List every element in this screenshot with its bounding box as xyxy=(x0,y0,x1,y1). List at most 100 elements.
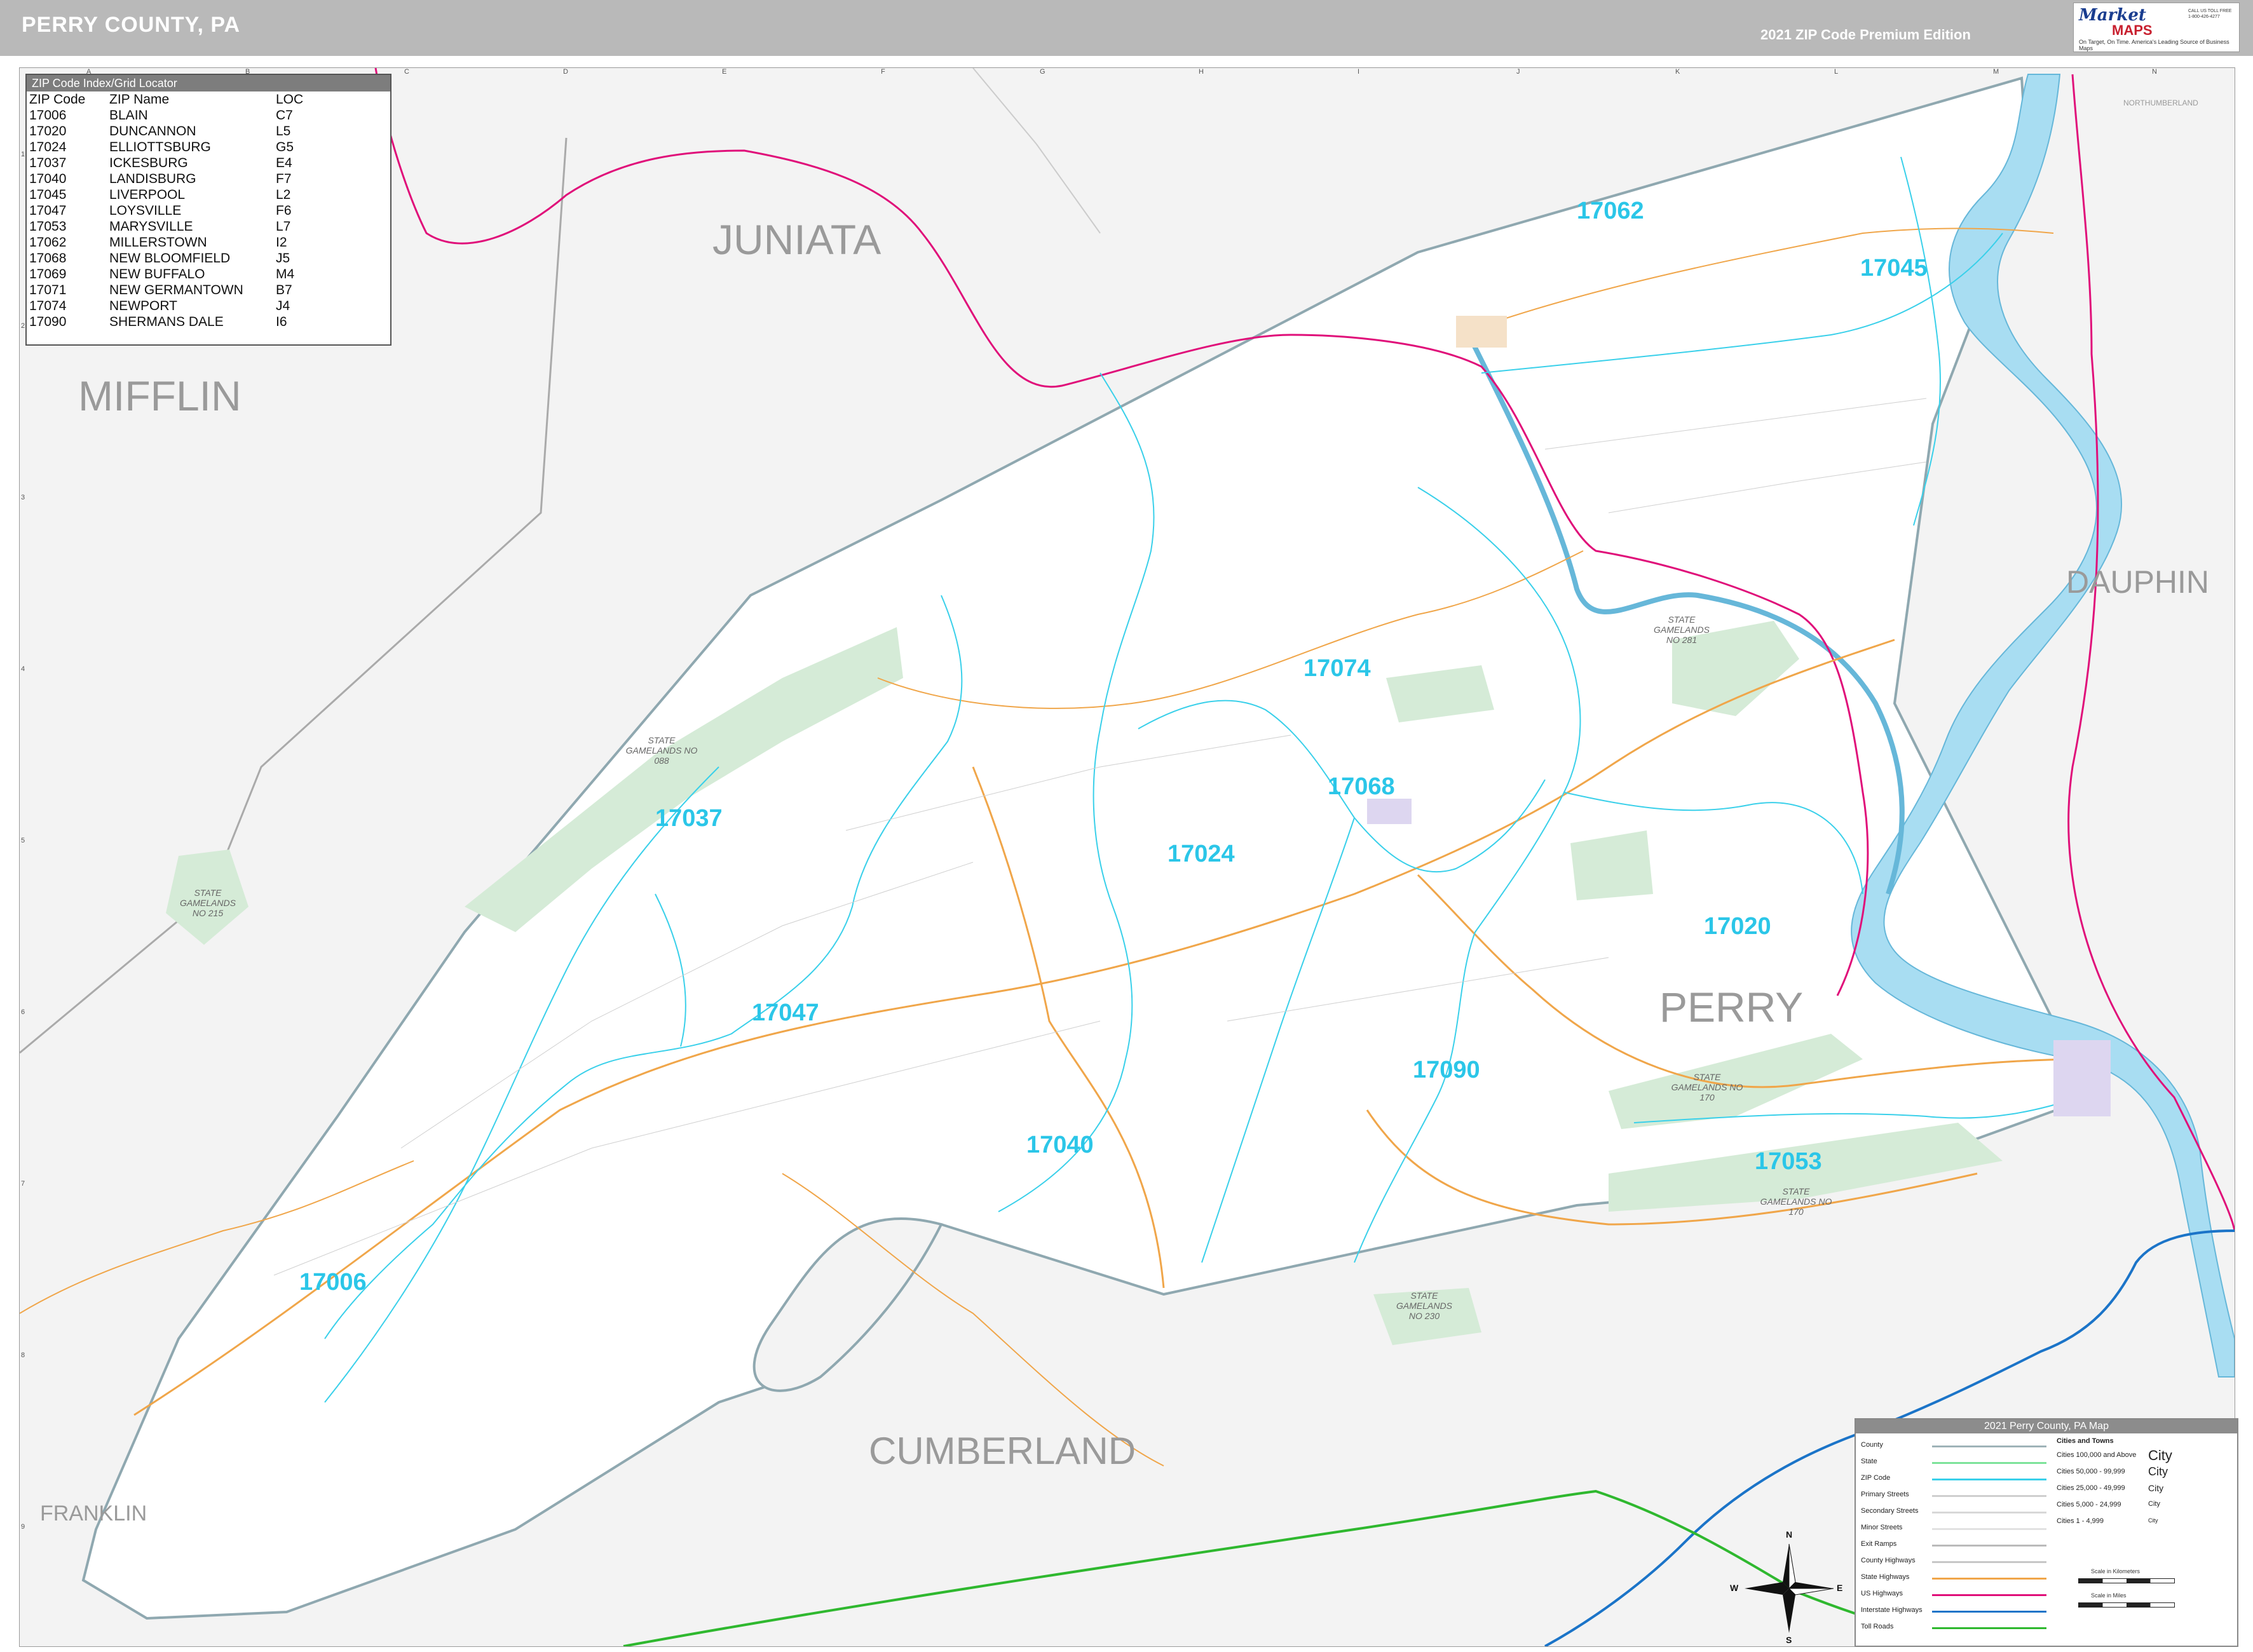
zip-cell: 17037 xyxy=(29,156,67,170)
grid-row-5: 5 xyxy=(21,837,25,844)
county-label-perry: PERRY xyxy=(1659,984,1804,1031)
grid-col-h: H xyxy=(1199,68,1204,76)
table-row: 17068 NEW BLOOMFIELD J5 xyxy=(29,250,307,266)
logo-tagline: On Target, On Time. America's Leading So… xyxy=(2079,39,2229,51)
legend-line-swatch xyxy=(1932,1462,2046,1464)
grid-row-4: 4 xyxy=(21,665,25,673)
col-header-name: ZIP Name xyxy=(109,92,170,107)
gamelands-label: STATE GAMELANDS NO 215 xyxy=(180,888,236,918)
zip-cell: 17020 xyxy=(29,124,67,139)
loc-cell: L7 xyxy=(276,219,291,234)
grid-col-k: K xyxy=(1675,68,1680,76)
county-label-dauphin: DAUPHIN xyxy=(2066,564,2210,600)
compass-rose: N S E W xyxy=(1730,1529,1842,1645)
map-title: PERRY COUNTY, PA xyxy=(22,13,241,37)
town-patch xyxy=(2053,1040,2111,1116)
legend-item-label: Primary Streets xyxy=(1861,1491,1909,1498)
grid-col-f: F xyxy=(881,68,885,76)
legend-line-swatch xyxy=(1932,1627,2046,1629)
legend-item-label: County Highways xyxy=(1861,1557,1916,1564)
legend-item-label: County xyxy=(1861,1441,1883,1449)
name-cell: NEW BUFFALO xyxy=(109,267,205,281)
legend-line-swatch xyxy=(1932,1446,2046,1447)
table-row: 17037 ICKESBURG E4 xyxy=(29,155,307,171)
name-cell: NEW GERMANTOWN xyxy=(109,283,243,297)
legend-city-sample: City xyxy=(2148,1500,2160,1508)
zip-cell: 17069 xyxy=(29,267,67,281)
scale-mi-bar xyxy=(2078,1602,2175,1608)
col-header-zip: ZIP Code xyxy=(29,92,86,107)
zip-label-17037: 17037 xyxy=(655,805,723,832)
zip-cell: 17024 xyxy=(29,140,67,154)
legend-line-swatch xyxy=(1932,1611,2046,1613)
legend-city-class: Cities 5,000 - 24,999 xyxy=(2057,1501,2121,1508)
gamelands-label: STATE GAMELANDS NO 281 xyxy=(1654,614,1710,645)
legend-item-label: Minor Streets xyxy=(1861,1524,1903,1531)
loc-cell: M4 xyxy=(276,267,295,281)
legend-city-class: Cities 1 - 4,999 xyxy=(2057,1517,2104,1525)
legend-title: 2021 Perry County, PA Map xyxy=(1856,1419,2237,1433)
loc-cell: F6 xyxy=(276,203,292,218)
zip-cell: 17045 xyxy=(29,187,67,202)
zip-label-17020: 17020 xyxy=(1704,913,1771,940)
table-row: 17047 LOYSVILLE F6 xyxy=(29,203,307,219)
loc-cell: B7 xyxy=(276,283,292,297)
grid-col-m: M xyxy=(1993,68,1999,76)
legend-item-label: State xyxy=(1861,1458,1877,1465)
zip-index-header: ZIP Code Index/Grid Locator xyxy=(27,75,390,91)
juniata-border-top xyxy=(972,68,1101,234)
loc-cell: L2 xyxy=(276,187,291,202)
legend-item-label: State Highways xyxy=(1861,1573,1910,1581)
zip-cell: 17074 xyxy=(29,299,67,313)
loc-cell: L5 xyxy=(276,124,291,139)
zip-label-17047: 17047 xyxy=(752,999,819,1026)
zip-index-table: ZIP Code Index/Grid Locator ZIP Code ZIP… xyxy=(25,74,391,346)
legend-city-class: Cities 25,000 - 49,999 xyxy=(2057,1484,2125,1492)
table-row: 17020 DUNCANNON L5 xyxy=(29,123,307,139)
name-cell: MILLERSTOWN xyxy=(109,235,207,250)
grid-row-6: 6 xyxy=(21,1008,25,1016)
table-row: 17062 MILLERSTOWN I2 xyxy=(29,234,307,250)
name-cell: ICKESBURG xyxy=(109,156,188,170)
loc-cell: G5 xyxy=(276,140,294,154)
grid-col-n: N xyxy=(2152,68,2157,76)
legend-line-swatch xyxy=(1932,1512,2046,1513)
legend-line-swatch xyxy=(1932,1545,2046,1547)
zip-cell: 17053 xyxy=(29,219,67,234)
loc-cell: I2 xyxy=(276,235,287,250)
grid-row-7: 7 xyxy=(21,1180,25,1188)
legend-city-sample: City xyxy=(2148,1447,2172,1463)
legend-item-label: US Highways xyxy=(1861,1590,1903,1597)
gamelands-label: STATE GAMELANDS NO 170 xyxy=(1760,1186,1832,1217)
legend-line-swatch xyxy=(1932,1578,2046,1580)
legend-item-label: Exit Ramps xyxy=(1861,1540,1897,1548)
zip-index-grid: ZIP Code ZIP Name LOC 17006 BLAIN C7 17020… xyxy=(29,91,307,330)
table-row: 17074 NEWPORT J4 xyxy=(29,298,307,314)
legend-city-class: Cities 50,000 - 99,999 xyxy=(2057,1468,2125,1475)
zip-label-17045: 17045 xyxy=(1860,255,1928,281)
zip-cell: 17090 xyxy=(29,315,67,329)
grid-col-j: J xyxy=(1516,68,1520,76)
col-header-loc: LOC xyxy=(276,92,304,107)
legend-item-label: ZIP Code xyxy=(1861,1474,1891,1482)
zip-cell: 17006 xyxy=(29,108,67,123)
scale-mi-label: Scale in Miles xyxy=(2091,1592,2127,1599)
table-row: 17069 NEW BUFFALO M4 xyxy=(29,266,307,282)
zip-cell: 17047 xyxy=(29,203,67,218)
gamelands-label: STATE GAMELANDS NO 230 xyxy=(1396,1290,1452,1321)
table-header-row: ZIP Code ZIP Name LOC xyxy=(29,91,307,107)
table-row: 17053 MARYSVILLE L7 xyxy=(29,219,307,234)
grid-row-1: 1 xyxy=(21,151,25,158)
name-cell: NEW BLOOMFIELD xyxy=(109,251,231,266)
name-cell: BLAIN xyxy=(109,108,148,123)
edition-label: 2021 ZIP Code Premium Edition xyxy=(1760,27,1971,43)
table-row: 17040 LANDISBURG F7 xyxy=(29,171,307,187)
county-label-northumberland: NORTHUMBERLAND xyxy=(2123,98,2198,107)
county-label-franklin: FRANKLIN xyxy=(40,1501,147,1526)
legend-line-swatch xyxy=(1932,1495,2046,1497)
table-row: 17006 BLAIN C7 xyxy=(29,107,307,123)
table-row: 17045 LIVERPOOL L2 xyxy=(29,187,307,203)
name-cell: MARYSVILLE xyxy=(109,219,193,234)
zip-cell: 17040 xyxy=(29,172,67,186)
logo-text-maps: MAPS xyxy=(2112,22,2153,38)
